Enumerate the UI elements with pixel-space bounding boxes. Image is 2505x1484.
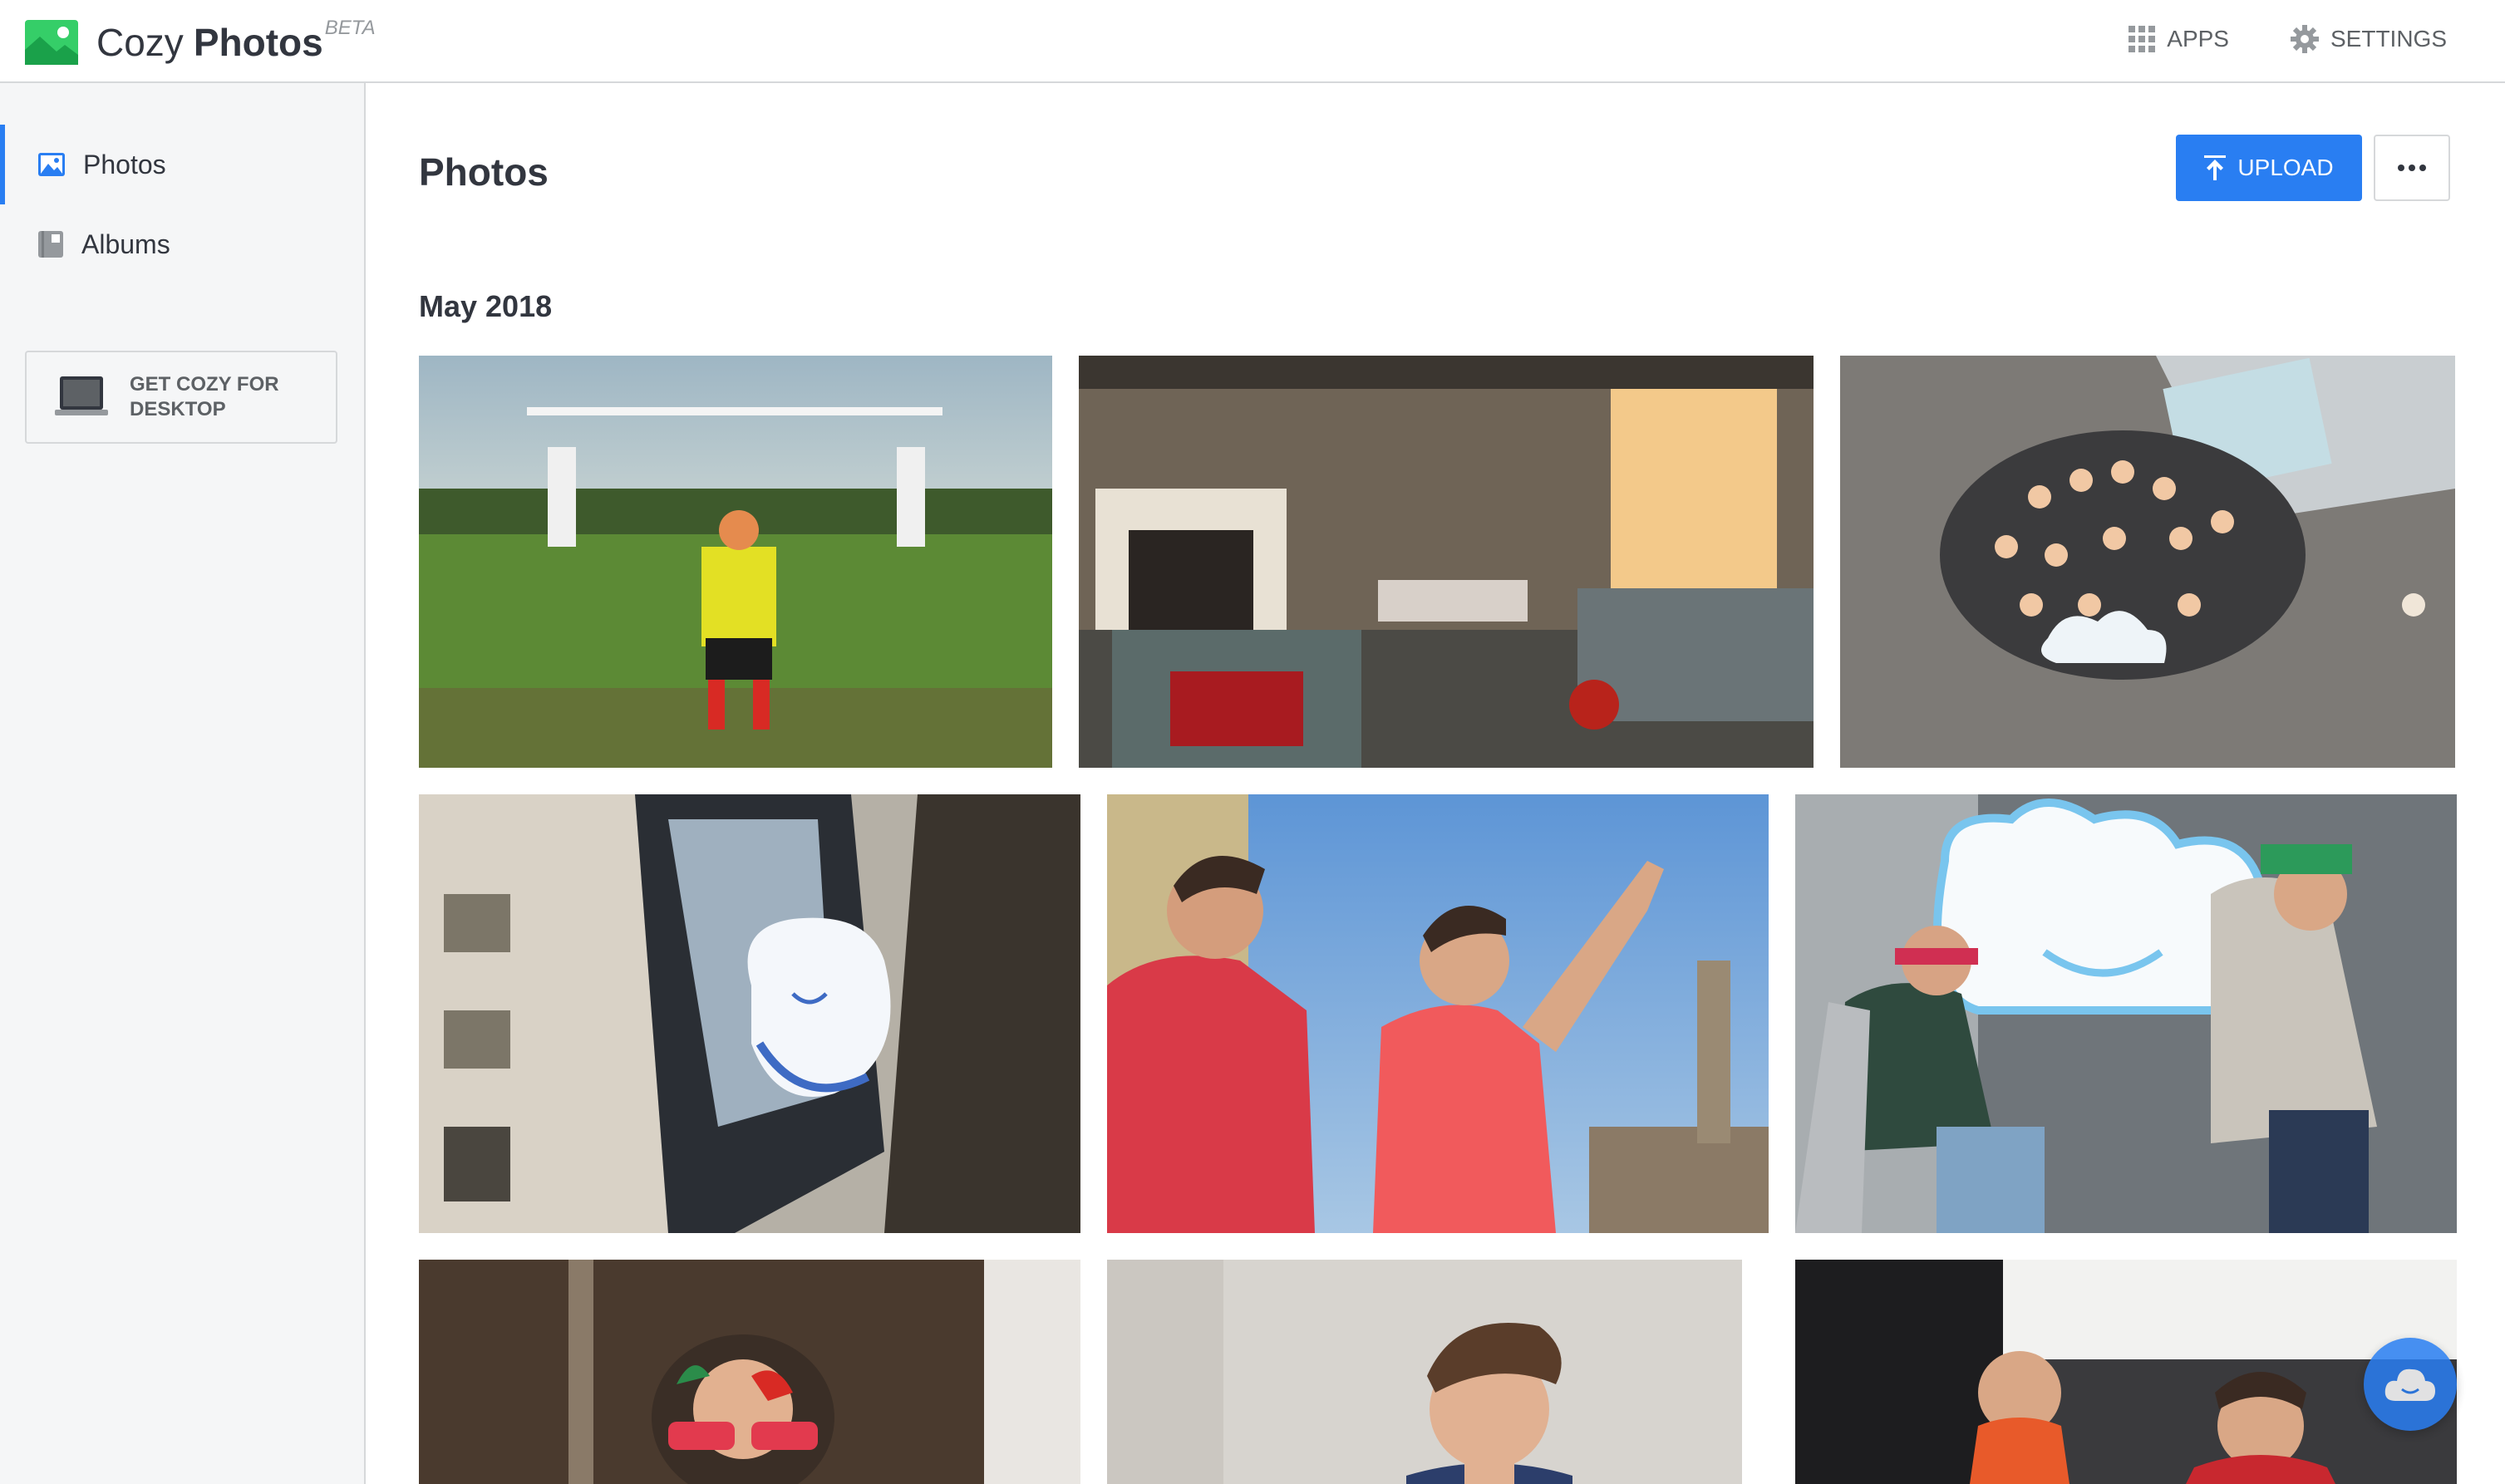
apps-label: APPS bbox=[2167, 26, 2229, 52]
photo-thumbnail[interactable] bbox=[1795, 794, 2457, 1233]
top-nav: APPS SETTINGS bbox=[2067, 25, 2447, 53]
grid-icon bbox=[2129, 26, 2156, 52]
photo-thumbnail[interactable] bbox=[1840, 356, 2455, 768]
main-content: Photos UPLOAD May 2018 bbox=[367, 83, 2505, 1484]
photo-thumbnail[interactable] bbox=[419, 794, 1080, 1233]
desktop-cta-label: GET COZY FOR DESKTOP bbox=[130, 373, 279, 420]
get-cozy-desktop-button[interactable]: GET COZY FOR DESKTOP bbox=[25, 351, 337, 444]
album-icon bbox=[38, 231, 63, 258]
upload-button[interactable]: UPLOAD bbox=[2176, 135, 2362, 201]
gear-icon bbox=[2290, 25, 2319, 53]
sidebar: Photos Albums GET COZY FOR DESKTOP bbox=[0, 83, 366, 1484]
beta-badge: BETA bbox=[324, 17, 376, 39]
sidebar-item-label: Albums bbox=[81, 228, 170, 259]
photo-thumbnail[interactable] bbox=[1795, 1260, 2457, 1484]
cozy-bar-button[interactable] bbox=[2364, 1338, 2457, 1431]
more-options-button[interactable] bbox=[2374, 135, 2450, 201]
photo-thumbnail[interactable] bbox=[419, 1260, 1080, 1484]
sidebar-item-label: Photos bbox=[83, 149, 166, 179]
photo-thumbnail[interactable] bbox=[1079, 356, 1814, 768]
more-dots-icon bbox=[2398, 165, 2426, 171]
sidebar-item-albums[interactable]: Albums bbox=[0, 204, 364, 284]
app-name-cozy: Cozy bbox=[96, 21, 184, 64]
photo-thumbnail[interactable] bbox=[1107, 794, 1769, 1233]
upload-label: UPLOAD bbox=[2237, 155, 2334, 180]
section-title: May 2018 bbox=[419, 289, 553, 323]
brand[interactable]: Cozy Photos BETA bbox=[25, 17, 376, 66]
photo-thumbnail[interactable] bbox=[1107, 1260, 1742, 1484]
laptop-icon bbox=[55, 376, 108, 415]
image-icon bbox=[25, 20, 78, 65]
photo-thumbnail[interactable] bbox=[419, 356, 1052, 768]
top-bar: Cozy Photos BETA APPS SETTINGS bbox=[0, 0, 2505, 83]
photo-icon bbox=[38, 153, 65, 176]
apps-button[interactable]: APPS bbox=[2129, 26, 2229, 52]
cloud-icon bbox=[2384, 1369, 2435, 1401]
page-title: Photos bbox=[419, 150, 549, 194]
settings-label: SETTINGS bbox=[2330, 26, 2447, 52]
settings-button[interactable]: SETTINGS bbox=[2290, 25, 2447, 53]
sidebar-item-photos[interactable]: Photos bbox=[0, 125, 364, 204]
upload-icon bbox=[2204, 155, 2227, 180]
app-name-photos: Photos bbox=[193, 21, 323, 64]
